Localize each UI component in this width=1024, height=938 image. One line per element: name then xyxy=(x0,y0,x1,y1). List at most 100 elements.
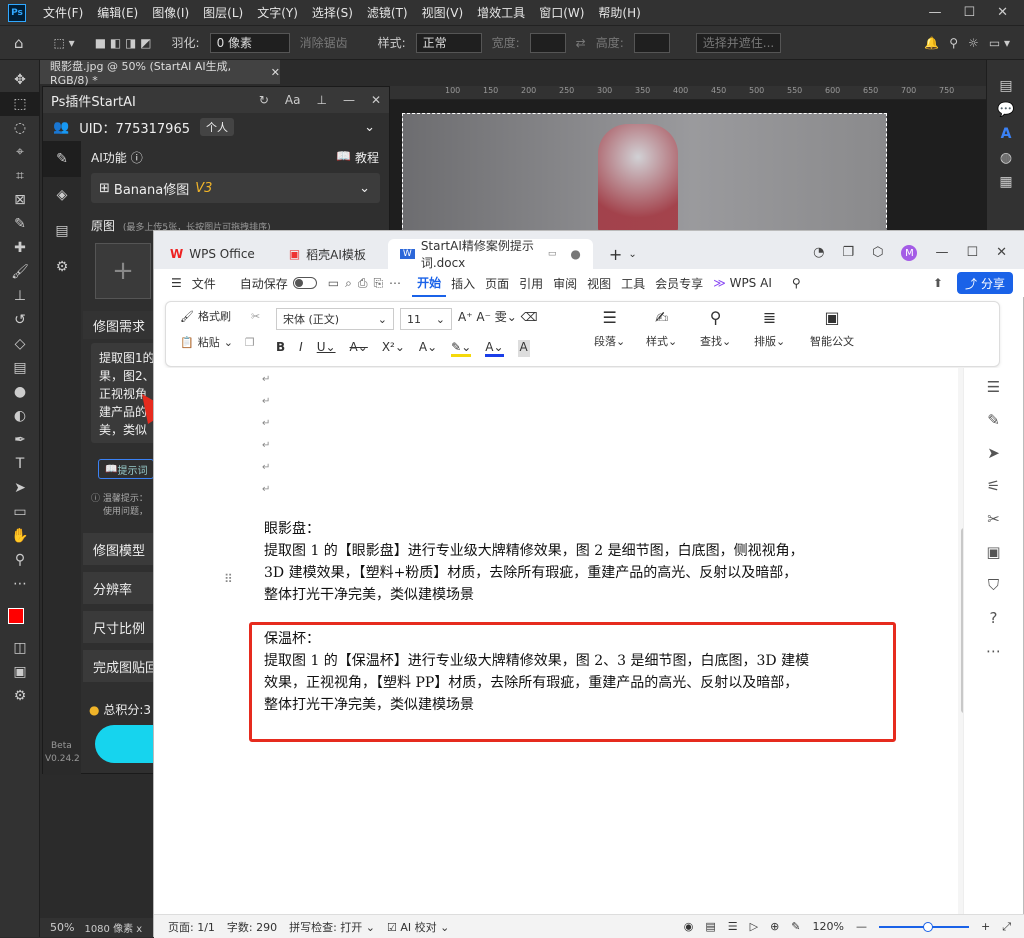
text-effect-icon[interactable]: A⌄ xyxy=(419,340,437,357)
refresh-icon[interactable]: ↻ xyxy=(259,93,269,107)
lightbulb-icon[interactable]: ☼ xyxy=(968,36,979,50)
web-view-icon[interactable]: ⊕ xyxy=(770,920,779,933)
shirt-icon[interactable]: ⛉ xyxy=(988,576,999,594)
frame-tool-icon[interactable]: ⊠ xyxy=(0,188,40,212)
model-select[interactable]: ⊞ Banana修图 V3 ⌄ xyxy=(91,173,380,203)
menu-wps-ai[interactable]: ≫ WPS AI xyxy=(708,276,777,290)
zoom-out-icon[interactable]: — xyxy=(856,920,867,933)
menu-image[interactable]: 图像(I) xyxy=(145,4,196,21)
path-select-icon[interactable]: ➤ xyxy=(0,476,40,500)
paste-button[interactable]: 📋 粘贴 ⌄ ❐ xyxy=(180,334,260,350)
account-badge[interactable]: 个人 xyxy=(200,118,234,136)
adjust-icon[interactable]: ⚟ xyxy=(987,477,1000,495)
style-group[interactable]: ✍ 样式⌄ xyxy=(646,308,677,349)
close-icon[interactable]: ✕ xyxy=(996,245,1007,261)
menu-view[interactable]: 视图(V) xyxy=(415,4,471,21)
ps-document-tab[interactable]: 眼影盘.jpg @ 50% (StartAI AI生成, RGB/8) * ✕ xyxy=(40,60,280,87)
word-count[interactable]: 字数: 290 xyxy=(227,919,277,935)
new-tab-button[interactable]: + ⌄ xyxy=(597,239,649,269)
font-size-icon[interactable]: Aa xyxy=(285,93,301,107)
settings-icon[interactable]: ⚙ xyxy=(43,249,81,285)
startai-icon[interactable]: A xyxy=(987,122,1024,146)
comment-icon[interactable]: 💬 xyxy=(987,98,1024,122)
zoom-tool-icon[interactable]: ⚲ xyxy=(0,548,40,572)
ai-assistant-icon[interactable]: ◔ xyxy=(813,245,824,261)
close-icon[interactable]: ✕ xyxy=(997,5,1008,20)
move-tool-icon[interactable]: ✥ xyxy=(0,68,40,92)
layers-icon[interactable]: ☰ xyxy=(987,378,1000,396)
feather-input[interactable]: 0 像素 xyxy=(209,32,290,53)
menu-file[interactable]: 文件(F) xyxy=(36,4,90,21)
outline-view-icon[interactable]: ☰ xyxy=(728,920,738,933)
user-avatar[interactable]: M xyxy=(901,245,918,261)
menu-filter[interactable]: 滤镜(T) xyxy=(360,4,415,21)
plugin-icon[interactable]: ⚙ xyxy=(0,684,40,708)
gradient-icon[interactable]: ▤ xyxy=(0,356,40,380)
page-count[interactable]: 页面: 1/1 xyxy=(168,919,215,935)
drag-handle-icon[interactable]: ⠿ xyxy=(224,572,233,586)
quick-mask-icon[interactable]: ◫ xyxy=(0,636,40,660)
smart-doc-group[interactable]: ▣ 智能公文 xyxy=(810,308,854,349)
pen-icon[interactable]: ✎ xyxy=(987,411,1000,429)
char-shading-icon[interactable]: A xyxy=(517,340,530,357)
workspace-icon[interactable]: ▭ ▾ xyxy=(989,36,1010,50)
maximize-icon[interactable]: ☐ xyxy=(963,5,975,20)
more-tools-icon[interactable]: ⋯ xyxy=(0,572,40,596)
close-tab-icon[interactable]: ✕ xyxy=(271,66,280,79)
menu-member[interactable]: 会员专享 xyxy=(650,275,708,292)
underline-icon[interactable]: U⌄ xyxy=(317,340,336,357)
tutorial-link[interactable]: 教程 xyxy=(355,149,379,166)
copy-icon[interactable]: ❐ xyxy=(245,336,255,349)
bell-icon[interactable]: 🔔 xyxy=(924,36,939,50)
eraser-icon[interactable]: ◇ xyxy=(0,332,40,356)
minimize-icon[interactable]: — xyxy=(928,5,941,20)
italic-icon[interactable]: I xyxy=(299,340,303,357)
menu-select[interactable]: 选择(S) xyxy=(305,4,360,21)
chevron-down-icon[interactable]: ⌄ xyxy=(364,120,375,135)
antialias-checkbox[interactable]: 消除锯齿 xyxy=(300,34,348,51)
write-view-icon[interactable]: ✎ xyxy=(791,920,800,933)
menu-page[interactable]: 页面 xyxy=(480,275,514,292)
paragraph-group[interactable]: ☰ 段落⌄ xyxy=(594,308,625,349)
stamp-tool-icon[interactable]: ⊥ xyxy=(0,284,40,308)
search-icon[interactable]: ⚲ xyxy=(949,36,958,50)
cut-icon[interactable]: ✂ xyxy=(251,310,260,323)
zoom-level[interactable]: 120% xyxy=(813,920,844,933)
window-copy-icon[interactable]: ❐ xyxy=(842,245,854,261)
marquee-preset-icon[interactable]: ⬚ ▾ xyxy=(54,36,75,50)
tab-docer[interactable]: ▣ 稻壳AI模板 xyxy=(277,239,378,269)
ai-proofread[interactable]: ☑ AI 校对 ⌄ xyxy=(387,919,449,935)
search-icon[interactable]: ⚲ xyxy=(787,276,806,290)
menu-file[interactable]: 文件 xyxy=(187,275,221,292)
close-panel-icon[interactable]: ✕ xyxy=(371,93,381,107)
upload-box[interactable]: + xyxy=(95,243,151,299)
superscript-icon[interactable]: X²⌄ xyxy=(382,340,405,357)
swap-icon[interactable]: ⇄ xyxy=(576,36,586,50)
layers-icon[interactable]: ◈ xyxy=(43,177,81,213)
maximize-icon[interactable]: ☐ xyxy=(966,245,978,261)
tab-wps-office[interactable]: W WPS Office xyxy=(158,239,267,269)
dodge-icon[interactable]: ◐ xyxy=(0,404,40,428)
menu-home[interactable]: 开始 xyxy=(412,269,447,297)
select-and-mask-button[interactable]: 选择并遮住... xyxy=(695,32,782,53)
history-brush-icon[interactable]: ↺ xyxy=(0,308,40,332)
hand-tool-icon[interactable]: ✋ xyxy=(0,524,40,548)
home-icon[interactable]: ⌂ xyxy=(14,34,24,52)
size-select[interactable]: 11 ⌄ xyxy=(400,308,452,330)
blur-icon[interactable]: ● xyxy=(0,380,40,404)
clipboard-icon[interactable]: ▤ xyxy=(43,213,81,249)
tab-document[interactable]: W StartAI精修案例提示词.docx ▭ ● xyxy=(387,239,593,270)
minimize-panel-icon[interactable]: — xyxy=(343,93,355,107)
font-select[interactable]: 宋体 (正文) ⌄ xyxy=(276,308,394,330)
pen-tool-icon[interactable]: ✒ xyxy=(0,428,40,452)
eye-icon[interactable]: ◉ xyxy=(684,920,694,933)
page-view-icon[interactable]: ▤ xyxy=(705,920,715,933)
properties-icon[interactable]: ▤ xyxy=(987,74,1024,98)
zoom-slider[interactable] xyxy=(878,921,969,932)
menu-layer[interactable]: 图层(L) xyxy=(196,4,250,21)
menu-edit[interactable]: 编辑(E) xyxy=(90,4,145,21)
box-icon[interactable]: ⬡ xyxy=(872,245,883,261)
play-icon[interactable]: ▷ xyxy=(750,920,758,933)
color-icon[interactable]: ◍ xyxy=(987,146,1024,170)
edit-icon[interactable]: ✎ xyxy=(43,141,81,177)
